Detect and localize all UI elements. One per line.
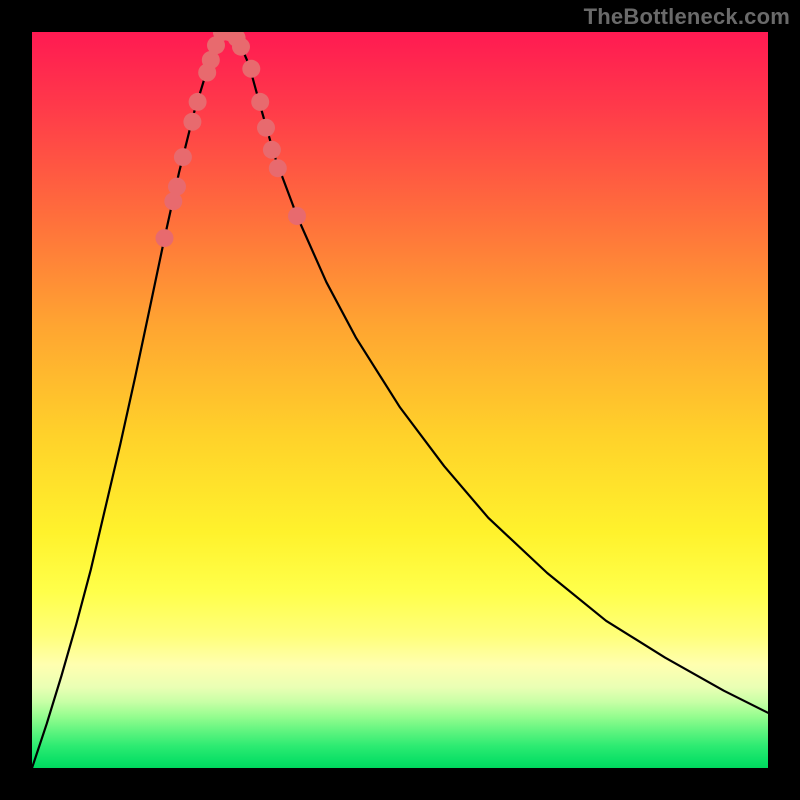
data-point: [251, 93, 269, 111]
data-point: [189, 93, 207, 111]
data-point: [183, 113, 201, 131]
data-point: [232, 38, 250, 56]
data-point: [242, 60, 260, 78]
curve-path: [32, 32, 768, 768]
plot-area: [32, 32, 768, 768]
data-point: [288, 207, 306, 225]
chart-svg: [32, 32, 768, 768]
data-point: [156, 229, 174, 247]
data-point: [257, 119, 275, 137]
data-points: [156, 32, 307, 247]
data-point: [174, 148, 192, 166]
chart-frame: TheBottleneck.com: [0, 0, 800, 800]
watermark-text: TheBottleneck.com: [584, 4, 790, 30]
data-point: [168, 178, 186, 196]
data-point: [263, 141, 281, 159]
data-point: [269, 159, 287, 177]
